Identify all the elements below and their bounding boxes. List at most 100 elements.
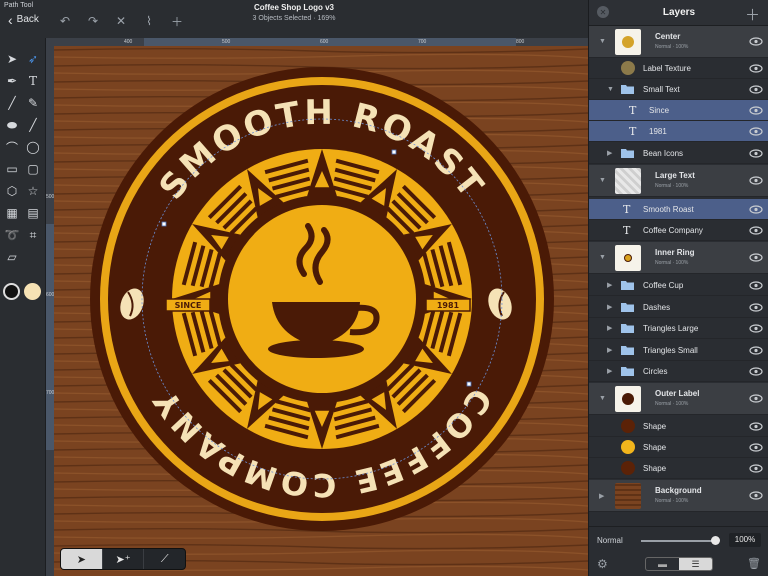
eye-icon[interactable] — [749, 105, 763, 115]
layer-item[interactable]: Shape — [589, 458, 768, 479]
crop-icon[interactable]: ⌗ — [24, 226, 42, 244]
stroke-color-swatch[interactable] — [3, 283, 20, 300]
disclosure-right-icon[interactable]: ▶ — [607, 346, 612, 354]
eye-icon[interactable] — [749, 366, 763, 376]
layer-group-outer-label[interactable]: ▼ Outer Label Normal · 100% — [589, 383, 768, 415]
add-point-icon[interactable]: ➤⁺ — [103, 549, 145, 569]
rounded-rect-icon[interactable]: ▢ — [24, 160, 42, 178]
layer-group-inner-ring[interactable]: ▼ Inner Ring Normal · 100% — [589, 242, 768, 274]
layer-item-selected[interactable]: T Since — [589, 100, 768, 121]
folder-icon — [621, 281, 634, 290]
layer-folder[interactable]: ▶ Circles — [589, 361, 768, 382]
layer-name: Triangles Large — [643, 323, 699, 333]
folder-icon — [621, 346, 634, 355]
layer-group-center[interactable]: ▼ Center Normal · 100% — [589, 26, 768, 58]
direct-selection-icon[interactable]: ➶ — [24, 50, 42, 68]
logo-artwork[interactable]: SMOOTH ROAST COFFEE COMPANY SINCE 1981 — [54, 46, 588, 576]
layer-blend-info: Normal · 100% — [655, 498, 689, 504]
layer-folder[interactable]: ▶ Triangles Small — [589, 340, 768, 361]
layers-title: Layers — [662, 7, 696, 18]
layer-group-large-text[interactable]: ▼ Large Text Normal · 100% — [589, 165, 768, 197]
layer-item[interactable]: Shape — [589, 437, 768, 458]
eye-icon[interactable] — [749, 63, 763, 73]
layer-item[interactable]: T Coffee Company — [589, 220, 768, 241]
eye-icon[interactable] — [749, 204, 763, 214]
disclosure-right-icon[interactable]: ▶ — [607, 324, 612, 332]
disclosure-down-icon[interactable]: ▼ — [599, 395, 606, 402]
blend-mode-select[interactable]: Normal — [597, 536, 623, 545]
eye-icon[interactable] — [749, 176, 763, 185]
layer-folder[interactable]: ▶ Coffee Cup — [589, 275, 768, 296]
node-path-icon[interactable]: ⟋ — [144, 549, 185, 569]
eye-icon[interactable] — [749, 442, 763, 452]
lasso-icon[interactable]: ➰ — [3, 226, 21, 244]
pen-tool-icon[interactable]: ✒ — [3, 72, 21, 90]
layer-folder[interactable]: ▶ Triangles Large — [589, 318, 768, 339]
selection-arrow-icon[interactable]: ➤ — [3, 50, 21, 68]
polygon-tool-icon[interactable]: ⬡ — [3, 182, 21, 200]
disclosure-down-icon[interactable]: ▼ — [599, 38, 606, 45]
eye-icon[interactable] — [749, 394, 763, 403]
opacity-slider[interactable] — [641, 540, 717, 542]
list-compact-icon[interactable]: ▬ — [646, 558, 679, 570]
artboard-canvas[interactable]: SMOOTH ROAST COFFEE COMPANY SINCE 1981 — [54, 46, 588, 576]
disclosure-right-icon[interactable]: ▶ — [607, 367, 612, 375]
eye-icon[interactable] — [749, 84, 763, 94]
eye-icon[interactable] — [749, 148, 763, 158]
eye-icon[interactable] — [749, 345, 763, 355]
eye-icon[interactable] — [749, 491, 763, 500]
layer-folder[interactable]: ▶ Dashes — [589, 297, 768, 318]
document-title: Coffee Shop Logo v3 — [254, 3, 334, 12]
layer-folder[interactable]: ▶ Bean Icons — [589, 143, 768, 164]
layer-name: Bean Icons — [643, 148, 684, 158]
opacity-value-field[interactable]: 100% — [729, 533, 761, 547]
image-icon[interactable]: ▤ — [24, 204, 42, 222]
gear-icon[interactable]: ⚙ — [597, 557, 608, 571]
inner-ring[interactable] — [218, 195, 426, 403]
eye-icon[interactable] — [749, 253, 763, 262]
eye-icon[interactable] — [749, 280, 763, 290]
layer-name: Shape — [643, 442, 667, 452]
list-expanded-icon[interactable]: ☰ — [679, 558, 712, 570]
layer-item-selected[interactable]: T Smooth Roast — [589, 199, 768, 220]
star-tool-icon[interactable]: ☆ — [24, 182, 42, 200]
select-mode-arrow-icon[interactable]: ➤ — [61, 549, 103, 569]
eye-icon[interactable] — [749, 421, 763, 431]
parallelogram-icon[interactable]: ▱ — [3, 248, 21, 266]
layer-item[interactable]: Label Texture — [589, 58, 768, 79]
eye-icon[interactable] — [749, 37, 763, 46]
line-tool-icon[interactable]: ╱ — [24, 116, 42, 134]
plus-icon[interactable]: ＋ — [745, 4, 760, 25]
eraser-icon[interactable]: ⬬ — [3, 116, 21, 134]
year-text[interactable]: 1981 — [437, 301, 460, 310]
brush-icon[interactable]: ╱ — [3, 94, 21, 112]
layer-item-selected[interactable]: T 1981 — [589, 121, 768, 142]
arc-tool-icon[interactable]: ⌒ — [3, 138, 21, 156]
eye-icon[interactable] — [749, 302, 763, 312]
disclosure-down-icon[interactable]: ▼ — [599, 254, 606, 261]
eye-icon[interactable] — [749, 225, 763, 235]
disclosure-right-icon[interactable]: ▶ — [599, 492, 604, 500]
vectornator-app: Path Tool ‹ Back ↶ ↷ ✕ ⌇ ＋ Coffee Shop L… — [0, 0, 768, 576]
disclosure-right-icon[interactable]: ▶ — [607, 149, 612, 157]
disclosure-down-icon[interactable]: ▼ — [599, 177, 606, 184]
eye-icon[interactable] — [749, 463, 763, 473]
fill-color-swatch[interactable] — [24, 283, 41, 300]
layer-group-background[interactable]: ▶ Background Normal · 100% — [589, 480, 768, 512]
since-text[interactable]: SINCE — [175, 301, 202, 310]
disclosure-right-icon[interactable]: ▶ — [607, 281, 612, 289]
disclosure-right-icon[interactable]: ▶ — [607, 303, 612, 311]
ellipse-tool-icon[interactable]: ◯ — [24, 138, 42, 156]
layer-item[interactable]: Shape — [589, 416, 768, 437]
eye-icon[interactable] — [749, 126, 763, 136]
disclosure-down-icon[interactable]: ▼ — [607, 86, 614, 93]
text-layer-icon: T — [629, 103, 637, 117]
trash-icon[interactable]: 🗑 — [747, 557, 761, 570]
eye-icon[interactable] — [749, 323, 763, 333]
rectangle-tool-icon[interactable]: ▭ — [3, 160, 21, 178]
grid-icon[interactable]: ▦ — [3, 204, 21, 222]
opacity-slider-handle[interactable] — [711, 536, 720, 545]
text-tool-icon[interactable]: T — [24, 72, 42, 90]
pencil-icon[interactable]: ✎ — [24, 94, 42, 112]
layer-folder[interactable]: ▼ Small Text — [589, 79, 768, 100]
